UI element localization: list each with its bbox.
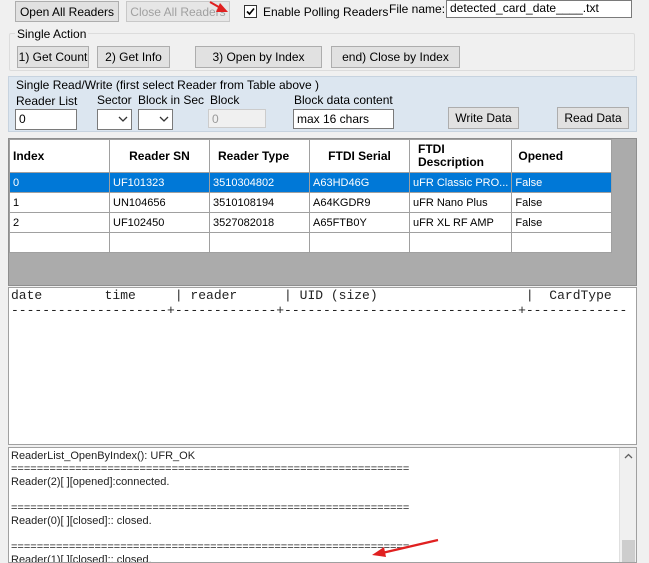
table-row[interactable]: 0 UF101323 3510304802 A63HD46G uFR Class… [9,172,613,193]
table-cell: UF102450 [109,212,210,233]
log-line: Reader(0)[ ][closed]:: closed. [11,515,152,527]
reader-list-label: Reader List [16,94,78,108]
status-log-textbox[interactable]: ReaderList_OpenByIndex(): UFR_OK =======… [8,447,637,563]
column-header[interactable]: Reader Type [209,139,310,173]
table-cell: 3510108194 [209,192,310,213]
red-arrow-icon [209,1,228,12]
log-line: ========================================… [11,502,410,514]
block-in-sec-label: Block in Sec [138,93,205,107]
block-input[interactable]: 0 [208,109,266,128]
get-info-button[interactable]: 2) Get Info [97,46,170,68]
table-cell: A64KGDR9 [309,192,410,213]
block-in-sec-combo[interactable] [138,109,173,130]
table-row[interactable]: 1 UN104656 3510108194 A64KGDR9 uFR Nano … [9,192,613,213]
table-header-row: Index Reader SN Reader Type FTDI Serial … [9,139,613,173]
close-by-index-button[interactable]: end) Close by Index [331,46,460,68]
table-cell [408,232,513,253]
reader-table-area: Index Reader SN Reader Type FTDI Serial … [8,138,637,286]
read-data-button[interactable]: Read Data [557,107,629,129]
write-data-button[interactable]: Write Data [448,107,519,129]
table-cell: A63HD46G [309,172,410,193]
file-name-label: File name: [389,2,446,16]
table-cell: UN104656 [109,192,210,213]
card-log-textbox[interactable]: date time | reader | UID (size) | CardTy… [8,287,637,445]
status-log-lines: ReaderList_OpenByIndex(): UFR_OK =======… [11,450,617,563]
scrollbar-thumb[interactable] [622,540,635,562]
block-data-label: Block data content [294,93,393,107]
column-header[interactable]: Opened [511,139,613,173]
table-cell: 2 [9,212,110,233]
table-row-new[interactable] [9,232,613,253]
table-cell: 1 [9,192,110,213]
open-by-index-button[interactable]: 3) Open by Index [195,46,322,68]
polling-checkbox-label: Enable Polling Readers [263,5,389,19]
reader-table: Index Reader SN Reader Type FTDI Serial … [9,139,613,253]
table-cell: False [511,192,613,213]
table-cell: 0 [9,172,110,193]
card-log-header: date time | reader | UID (size) | CardTy… [11,288,612,303]
table-cell: uFR Classic PRO... [408,172,513,193]
table-cell [309,232,410,253]
polling-checkbox[interactable] [244,5,257,18]
table-cell [9,232,110,253]
table-cell [511,232,613,253]
table-cell: 3510304802 [209,172,310,193]
log-line: ReaderList_OpenByIndex(): UFR_OK [11,450,196,462]
column-header[interactable]: Index [9,139,110,173]
single-read-write-title: Single Read/Write (first select Reader f… [16,78,320,92]
table-cell: 3527082018 [209,212,310,233]
chevron-down-icon [159,116,169,122]
chevron-up-icon[interactable] [624,453,633,459]
get-count-button[interactable]: 1) Get Count [17,46,89,68]
reader-list-input[interactable]: 0 [15,109,77,130]
block-label: Block [210,93,240,107]
table-cell: uFR Nano Plus [408,192,513,213]
table-row[interactable]: 2 UF102450 3527082018 A65FTB0Y uFR XL RF… [9,212,613,233]
open-all-readers-button[interactable]: Open All Readers [15,1,119,22]
table-cell: uFR XL RF AMP [408,212,513,233]
log-line: ========================================… [11,541,410,553]
table-cell: False [511,172,613,193]
block-data-input[interactable]: max 16 chars [293,109,394,129]
table-cell: UF101323 [109,172,210,193]
status-log-scrollbar[interactable] [619,448,636,562]
log-line: Reader(1)[ ][closed]:: closed. [11,554,152,563]
log-line: Reader(2)[ ][opened]:connected. [11,476,170,488]
card-log-separator: --------------------+-------------+-----… [11,303,628,318]
log-line: ========================================… [11,463,410,475]
sector-label: Sector [97,93,132,107]
file-name-input[interactable]: detected_card_date____.txt [446,0,632,18]
column-header[interactable]: FTDI Description [408,139,513,173]
column-header[interactable]: FTDI Serial [309,139,410,173]
table-cell [209,232,310,253]
chevron-down-icon [118,116,128,122]
column-header[interactable]: Reader SN [109,139,210,173]
checkmark-icon [246,7,255,16]
red-arrow-icon [372,538,439,557]
table-cell [109,232,210,253]
table-cell: False [511,212,613,233]
single-action-title: Single Action [15,27,89,41]
table-cell: A65FTB0Y [309,212,410,233]
sector-combo[interactable] [97,109,132,130]
